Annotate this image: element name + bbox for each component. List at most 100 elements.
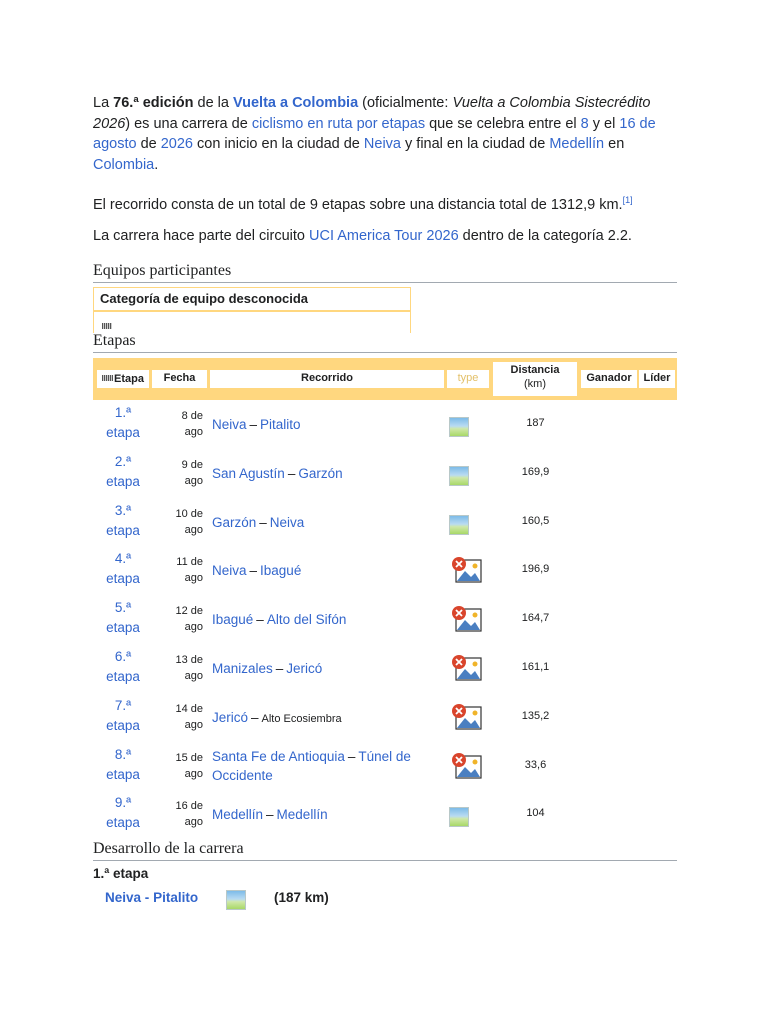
stage-month: ago	[184, 572, 203, 585]
stage-number[interactable]: 7.ª	[97, 696, 149, 716]
stage-end-link[interactable]: Pitalito	[153, 890, 198, 905]
stage-word[interactable]: etapa	[97, 472, 149, 492]
stage-month: ago	[184, 718, 203, 731]
stage-number-link[interactable]: 6.ª etapa	[97, 647, 149, 687]
stage-day: 13 de	[175, 654, 203, 666]
stage-month: ago	[184, 816, 203, 829]
route-separator: –	[249, 563, 258, 579]
route-end-link[interactable]: Ibagué	[260, 563, 301, 578]
stage-date: 14 de ago	[151, 701, 203, 733]
discipline-link[interactable]: ciclismo en ruta por etapas	[252, 116, 425, 132]
route-separator: –	[287, 465, 296, 481]
end-city-link[interactable]: Medellín	[549, 136, 604, 152]
route-end-link[interactable]: Pitalito	[260, 417, 301, 432]
stage-number-link[interactable]: 5.ª etapa	[97, 598, 149, 638]
route-end-link[interactable]: Garzón	[298, 466, 342, 481]
route-start-link[interactable]: Ibagué	[212, 612, 253, 627]
start-city-link[interactable]: Neiva	[364, 136, 401, 152]
stage-row: 2.ª etapa 9 de ago San Agustín – Garzón 169,9	[93, 449, 677, 498]
route-separator: -	[144, 890, 150, 905]
stage-word[interactable]: etapa	[97, 716, 149, 736]
header-lider: Líder	[639, 370, 675, 388]
stage-number[interactable]: 3.ª	[97, 501, 149, 521]
stage-month: ago	[184, 670, 203, 682]
stage-word[interactable]: etapa	[97, 667, 149, 687]
route-end-link[interactable]: Jericó	[286, 661, 322, 676]
stage-row: 3.ª etapa 10 de ago Garzón – Neiva 160,5	[93, 498, 677, 547]
stage-number[interactable]: 1.ª	[97, 403, 149, 423]
stage-row: 6.ª etapa 13 de ago Manizales – Jericó 161,1	[93, 644, 677, 693]
route-start-link[interactable]: Jericó	[212, 710, 248, 725]
stage-route: Garzón – Neiva	[212, 513, 437, 532]
route-end-text: Alto Ecosiembra	[261, 712, 342, 725]
stage-word[interactable]: etapa	[97, 765, 149, 785]
stage-number[interactable]: 8.ª	[97, 745, 149, 765]
broken-image-icon	[451, 703, 483, 731]
edition-bold: 76.ª edición	[113, 95, 194, 111]
route-start-link[interactable]: Garzón	[212, 515, 256, 530]
route-end-link[interactable]: Medellín	[277, 807, 328, 822]
stage-word[interactable]: etapa	[97, 813, 149, 833]
start-day-link[interactable]: 8	[581, 116, 589, 132]
stage-route: San Agustín – Garzón	[212, 464, 437, 483]
route-start-link[interactable]: San Agustín	[212, 466, 285, 481]
stage-route: Jericó – Alto Ecosiembra	[212, 708, 437, 729]
route-separator: –	[249, 417, 258, 432]
stage-number[interactable]: 6.ª	[97, 647, 149, 667]
stage-month: ago	[184, 523, 203, 536]
distance-paragraph: El recorrido consta de un total de 9 eta…	[93, 190, 683, 216]
route-start-link[interactable]: Medellín	[212, 807, 263, 822]
stage-route: Manizales – Jericó	[212, 659, 437, 678]
stage-distance: 169,9	[521, 465, 550, 478]
reference-link[interactable]: [1]	[623, 195, 633, 205]
route-end-link[interactable]: Alto del Sifón	[267, 612, 347, 627]
stage-number-link[interactable]: 9.ª etapa	[97, 793, 149, 833]
stage-number-link[interactable]: 1.ª etapa	[97, 403, 149, 443]
route-start-link[interactable]: Neiva	[212, 563, 247, 578]
route-separator: –	[275, 661, 284, 676]
stage-distance: 33,6	[524, 758, 547, 771]
route-start-link[interactable]: Neiva	[212, 417, 247, 432]
stage-number[interactable]: 4.ª	[97, 549, 149, 569]
broken-image-icon	[451, 752, 483, 780]
stage-word[interactable]: etapa	[97, 521, 149, 541]
broken-image-icon	[451, 605, 483, 633]
stage-number-link[interactable]: 2.ª etapa	[97, 452, 149, 492]
intro-text: de la	[193, 95, 233, 111]
stage-number[interactable]: 5.ª	[97, 598, 149, 618]
route-start-link[interactable]: Manizales	[212, 661, 273, 676]
stage-number-link[interactable]: 3.ª etapa	[97, 501, 149, 541]
stage-number-link[interactable]: 8.ª etapa	[97, 745, 149, 785]
stage-number-link[interactable]: 4.ª etapa	[97, 549, 149, 589]
route-separator: –	[347, 748, 356, 764]
intro-text: (oficialmente:	[358, 95, 453, 111]
stage-word[interactable]: etapa	[97, 618, 149, 638]
year-link[interactable]: 2026	[161, 136, 193, 152]
stage-number[interactable]: 9.ª	[97, 793, 149, 813]
stage-number[interactable]: 2.ª	[97, 452, 149, 472]
stage-month: ago	[184, 621, 203, 634]
stage-date: 16 de ago	[151, 798, 203, 830]
distance-text: El recorrido consta de un total de 9 eta…	[93, 197, 623, 213]
stage-number-link[interactable]: 7.ª etapa	[97, 696, 149, 736]
stage-row: 5.ª etapa 12 de ago Ibagué – Alto del Sifón 164…	[93, 595, 677, 644]
stage-day: 10 de	[175, 507, 203, 520]
route-start-link[interactable]: Santa Fe de Antioquia	[212, 749, 345, 764]
intro-text: ) es una carrera de	[125, 115, 252, 132]
intro-text: .	[154, 156, 159, 173]
stage-word[interactable]: etapa	[97, 423, 149, 443]
stage-day: 12 de	[175, 605, 203, 618]
intro-text: que se celebra entre el	[425, 115, 581, 132]
stage-row: 4.ª etapa 11 de ago Neiva – Ibagué 196,9	[93, 546, 677, 595]
stage-distance: 187	[526, 417, 545, 429]
stage-distance: (187 km)	[274, 890, 329, 905]
stage-row: 8.ª etapa 15 de ago Santa Fe de Antioquia – Tú…	[93, 742, 677, 791]
stage-start-link[interactable]: Neiva	[105, 890, 141, 905]
route-end-link[interactable]: Neiva	[270, 515, 305, 530]
intro-text: en	[604, 136, 625, 153]
intro-text: y el	[588, 115, 620, 132]
stage-word[interactable]: etapa	[97, 569, 149, 589]
race-link[interactable]: Vuelta a Colombia	[233, 95, 358, 111]
country-link[interactable]: Colombia	[93, 157, 154, 173]
circuit-link[interactable]: UCI America Tour 2026	[309, 228, 459, 244]
